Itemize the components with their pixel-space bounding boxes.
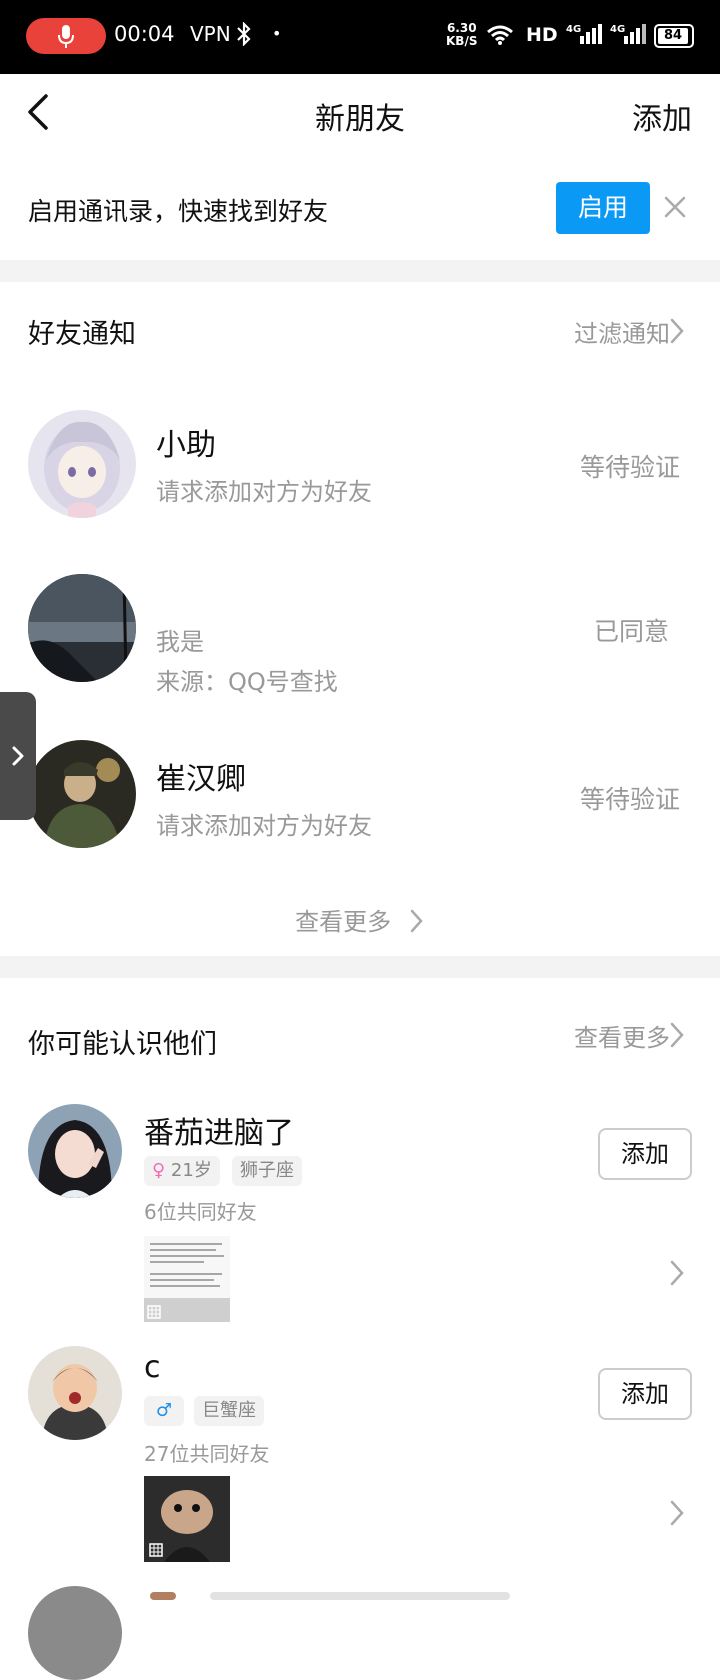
chevron-right-icon[interactable] (668, 1020, 686, 1050)
battery-level: 84 (658, 28, 688, 44)
chevron-right-icon[interactable] (668, 316, 686, 346)
add-friend-button[interactable]: 添加 (632, 94, 692, 138)
notification-message: 我是 (156, 628, 204, 656)
post-thumbnail[interactable] (144, 1476, 230, 1562)
notification-message: 请求添加对方为好友 (156, 478, 372, 506)
mutual-friends-count: 6位共同好友 (144, 1200, 257, 1224)
zodiac-tag: 狮子座 (232, 1156, 302, 1186)
avatar[interactable] (28, 1346, 122, 1440)
battery-indicator: 84 (654, 24, 694, 48)
filter-notifications-link[interactable]: 过滤通知 (574, 314, 670, 349)
svg-text:4G: 4G (610, 24, 625, 35)
person-photo-avatar-image (28, 740, 136, 848)
close-icon[interactable] (662, 194, 688, 220)
view-more-label: 查看更多 (295, 908, 392, 936)
notification-status: 等待验证 (580, 453, 681, 482)
suggestion-name: 番茄进脑了 (144, 1116, 294, 1151)
signal-4g-icon: 4G (566, 24, 602, 44)
page-title: 新朋友 (315, 102, 405, 137)
avatar[interactable] (28, 574, 136, 682)
child-photo-avatar-image (28, 1346, 122, 1440)
dog-photo-thumbnail-image (144, 1476, 230, 1562)
notification-status: 等待验证 (580, 785, 681, 814)
notification-dot-icon: • (272, 24, 282, 43)
wifi-icon (487, 25, 513, 45)
mutual-friends-count: 27位共同好友 (144, 1442, 270, 1466)
suggestion-name: c (144, 1350, 161, 1385)
navigation-header: 新朋友 添加 (0, 74, 720, 154)
chevron-right-icon[interactable] (668, 1258, 686, 1288)
clock: 00:04 (114, 22, 175, 46)
chevron-right-icon[interactable] (668, 1498, 686, 1528)
signal-4g-icon: 4G (610, 24, 646, 44)
anime-girl-avatar-image (28, 410, 136, 518)
banner-text: 启用通讯录，快速找到好友 (28, 197, 329, 226)
section-divider (0, 956, 720, 978)
avatar[interactable] (28, 740, 136, 848)
view-more-notifications-link[interactable]: 查看更多 (0, 902, 720, 937)
vpn-indicator: VPN (190, 22, 231, 46)
mic-recording-indicator[interactable] (26, 18, 106, 54)
add-suggestion-button[interactable]: 添加 (598, 1368, 692, 1420)
enable-contacts-button[interactable]: 启用 (556, 182, 650, 234)
notification-name: 崔汉卿 (156, 762, 246, 797)
age-tag: ♀ 21岁 (144, 1156, 220, 1186)
status-bar: 00:04 VPN • 6.30 KB/S HD 4G 4G 84 (0, 0, 720, 74)
male-icon: ♂ (155, 1400, 173, 1421)
people-you-may-know-title: 你可能认识他们 (28, 1029, 217, 1060)
view-more-suggestions-link[interactable]: 查看更多 (574, 1018, 670, 1053)
notification-source: 来源：QQ号查找 (156, 668, 338, 696)
bluetooth-icon (237, 22, 251, 46)
svg-text:4G: 4G (566, 24, 581, 35)
notification-message: 请求添加对方为好友 (156, 812, 372, 840)
friend-notifications-title: 好友通知 (28, 319, 136, 350)
add-suggestion-button[interactable]: 添加 (598, 1128, 692, 1180)
female-icon: ♀ (152, 1160, 166, 1181)
section-divider (0, 260, 720, 282)
placeholder-icon (150, 1592, 176, 1600)
gender-tag: ♂ (144, 1396, 184, 1426)
post-thumbnail[interactable] (144, 1236, 230, 1322)
avatar[interactable] (28, 1586, 122, 1680)
loading-placeholder (210, 1592, 510, 1600)
text-post-thumbnail-image (144, 1236, 230, 1322)
chevron-right-icon (410, 909, 423, 933)
avatar[interactable] (28, 410, 136, 518)
side-drawer-handle[interactable] (0, 692, 36, 820)
network-speed: 6.30 KB/S (446, 21, 478, 48)
girl-photo-avatar-image (28, 1104, 122, 1198)
enable-contacts-banner: 启用通讯录，快速找到好友 启用 (0, 174, 720, 258)
avatar[interactable] (28, 1104, 122, 1198)
chevron-right-icon (12, 746, 24, 766)
notification-name: 小助 (156, 428, 216, 463)
notification-status: 已同意 (594, 617, 670, 646)
night-scene-avatar-image (28, 574, 136, 682)
hd-voice-indicator: HD (526, 24, 558, 46)
microphone-icon (58, 25, 74, 48)
zodiac-tag: 巨蟹座 (194, 1396, 264, 1426)
age-label: 21岁 (170, 1160, 212, 1181)
